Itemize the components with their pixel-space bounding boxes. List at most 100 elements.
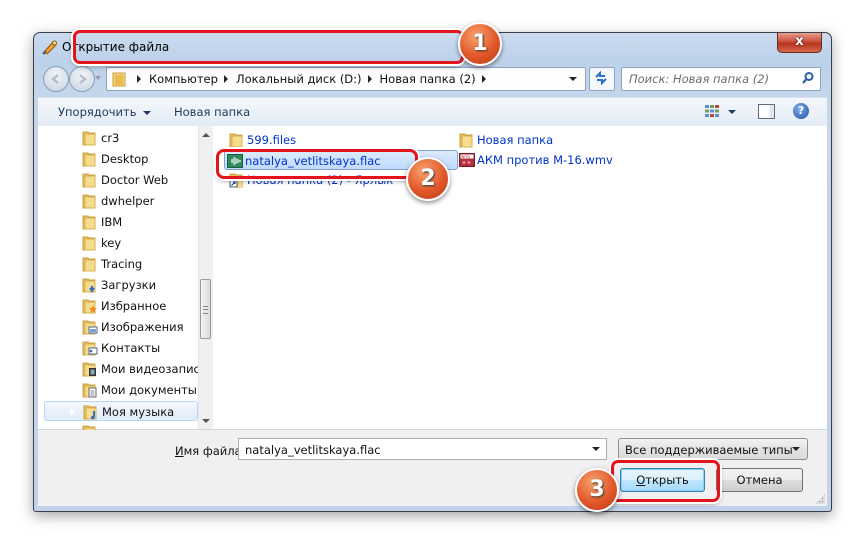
- address-bar[interactable]: Компьютер Локальный диск (D:) Новая папк…: [106, 67, 586, 91]
- folder-icon: [82, 172, 98, 191]
- grip-icon: [203, 306, 208, 314]
- expand-arrow-icon[interactable]: [68, 238, 74, 248]
- tree-item-label: IBM: [101, 215, 123, 229]
- organize-button[interactable]: Упорядочить: [58, 105, 151, 119]
- change-view-icon[interactable]: [704, 104, 720, 118]
- filename-input[interactable]: natalya_vetlitskaya.flac: [245, 443, 381, 457]
- refresh-icon: [595, 70, 607, 86]
- expand-arrow-icon[interactable]: [68, 364, 74, 374]
- search-box[interactable]: Поиск: Новая папка (2): [621, 67, 821, 91]
- back-button[interactable]: [43, 66, 69, 92]
- scroll-down-icon[interactable]: [202, 419, 210, 423]
- command-toolbar: Упорядочить Новая папка ?: [38, 97, 827, 127]
- breadcrumb-computer[interactable]: Компьютер: [149, 72, 218, 86]
- svg-text:wmv: wmv: [461, 154, 471, 159]
- breadcrumb-arrow-icon[interactable]: [223, 75, 228, 83]
- tree-item-label: Tracing: [101, 257, 143, 271]
- tree-item[interactable]: Мои видеозаписи: [38, 359, 207, 379]
- new-folder-button[interactable]: Новая папка: [174, 105, 250, 119]
- contacts-folder-icon: [82, 340, 98, 359]
- address-history-dropdown[interactable]: [569, 77, 577, 81]
- close-button[interactable]: x: [777, 33, 822, 53]
- tree-item-label: key: [101, 236, 122, 250]
- file-item[interactable]: 599.files: [227, 130, 407, 150]
- downloads-folder-icon: [82, 277, 98, 296]
- music-folder-icon: [83, 404, 99, 423]
- tree-item[interactable]: Моя музыка: [44, 401, 198, 421]
- tree-item[interactable]: Desktop: [38, 149, 198, 169]
- folder-icon: [82, 214, 98, 233]
- breadcrumb-local-disk[interactable]: Локальный диск (D:): [236, 72, 362, 86]
- video-file-icon: wmv: [459, 152, 475, 171]
- tree-item-label: Doctor Web: [101, 173, 169, 187]
- tree-item[interactable]: IBM: [38, 212, 198, 232]
- folder-icon: [82, 151, 98, 170]
- file-item-label: АКМ против М-16.wmv: [477, 153, 613, 167]
- organize-label: Упорядочить: [58, 105, 137, 119]
- filename-combobox[interactable]: natalya_vetlitskaya.flac: [238, 438, 607, 460]
- tree-item[interactable]: key: [38, 233, 198, 253]
- app-icon: [42, 40, 57, 55]
- forward-button[interactable]: [69, 66, 95, 92]
- navigation-row: Компьютер Локальный диск (D:) Новая папк…: [34, 63, 831, 93]
- tree-item[interactable]: Избранное: [38, 296, 198, 316]
- expand-arrow-icon[interactable]: [69, 407, 75, 417]
- chevron-down-icon: [142, 110, 151, 115]
- annotation-badge-2: 2: [406, 157, 450, 201]
- tree-item[interactable]: Загрузки: [38, 275, 198, 295]
- nav-pane-scrollbar[interactable]: [198, 126, 213, 429]
- folder-icon: [459, 132, 475, 151]
- scroll-up-icon[interactable]: [202, 133, 210, 137]
- tree-item-label: Мои документы: [101, 383, 197, 397]
- chevron-down-icon[interactable]: [592, 447, 600, 451]
- expand-arrow-icon[interactable]: [68, 385, 74, 395]
- recent-locations-dropdown[interactable]: [95, 76, 101, 80]
- tree-item[interactable]: Контакты: [38, 338, 198, 358]
- refresh-button[interactable]: [589, 67, 615, 91]
- search-icon[interactable]: [801, 71, 815, 85]
- view-options-dropdown[interactable]: [728, 110, 736, 114]
- expand-arrow-icon[interactable]: [68, 259, 74, 269]
- resize-grip-icon[interactable]: [815, 494, 825, 504]
- favorites-folder-icon: [82, 298, 98, 317]
- scrollbar-thumb[interactable]: [200, 279, 211, 339]
- expand-arrow-icon[interactable]: [68, 301, 74, 311]
- expand-arrow-icon[interactable]: [68, 217, 74, 227]
- filename-label-text: мя файла:: [183, 444, 246, 458]
- file-item[interactable]: wmv АКМ против М-16.wmv: [457, 150, 657, 170]
- folder-icon: [82, 193, 98, 212]
- preview-pane-icon[interactable]: [758, 104, 775, 119]
- help-icon[interactable]: ?: [793, 103, 809, 119]
- breadcrumb-arrow-icon[interactable]: [367, 75, 372, 83]
- cancel-button[interactable]: Отмена: [716, 468, 803, 492]
- folder-icon: [82, 256, 98, 275]
- search-input[interactable]: Поиск: Новая папка (2): [629, 72, 769, 86]
- tree-item[interactable]: Doctor Web: [38, 170, 198, 190]
- tree-item[interactable]: Tracing: [38, 254, 198, 274]
- tree-item-partial[interactable]: [38, 422, 198, 430]
- tree-item[interactable]: dwhelper: [38, 191, 198, 211]
- tree-item[interactable]: cr3: [38, 128, 198, 148]
- tree-item-label: Избранное: [101, 299, 167, 313]
- file-item[interactable]: Новая папка: [457, 130, 637, 150]
- tree-item-label: dwhelper: [101, 194, 155, 208]
- tree-item-label: Загрузки: [101, 278, 157, 292]
- close-icon: x: [795, 34, 804, 49]
- file-item-label: 599.files: [247, 133, 297, 147]
- tree-item[interactable]: Мои документы: [38, 380, 198, 400]
- annotation-highlight-address: [73, 30, 464, 64]
- breadcrumb-arrow-icon[interactable]: [481, 75, 486, 83]
- pictures-folder-icon: [82, 319, 98, 338]
- expand-arrow-icon[interactable]: [68, 133, 74, 143]
- tree-item-label: Контакты: [101, 341, 161, 355]
- tree-item-label: Мои видеозаписи: [101, 362, 208, 376]
- filename-label-accelerator: И: [175, 444, 184, 458]
- breadcrumb-arrow-icon[interactable]: [137, 75, 141, 83]
- expand-arrow-icon[interactable]: [68, 322, 74, 332]
- tree-item[interactable]: Изображения: [38, 317, 198, 337]
- forward-arrow-icon: [79, 74, 88, 84]
- file-item-label: Новая папка: [477, 133, 554, 147]
- file-type-select[interactable]: Все поддерживаемые типы: [618, 438, 808, 460]
- breadcrumb-new-folder-2[interactable]: Новая папка (2): [380, 72, 476, 86]
- expand-arrow-icon[interactable]: [68, 280, 74, 290]
